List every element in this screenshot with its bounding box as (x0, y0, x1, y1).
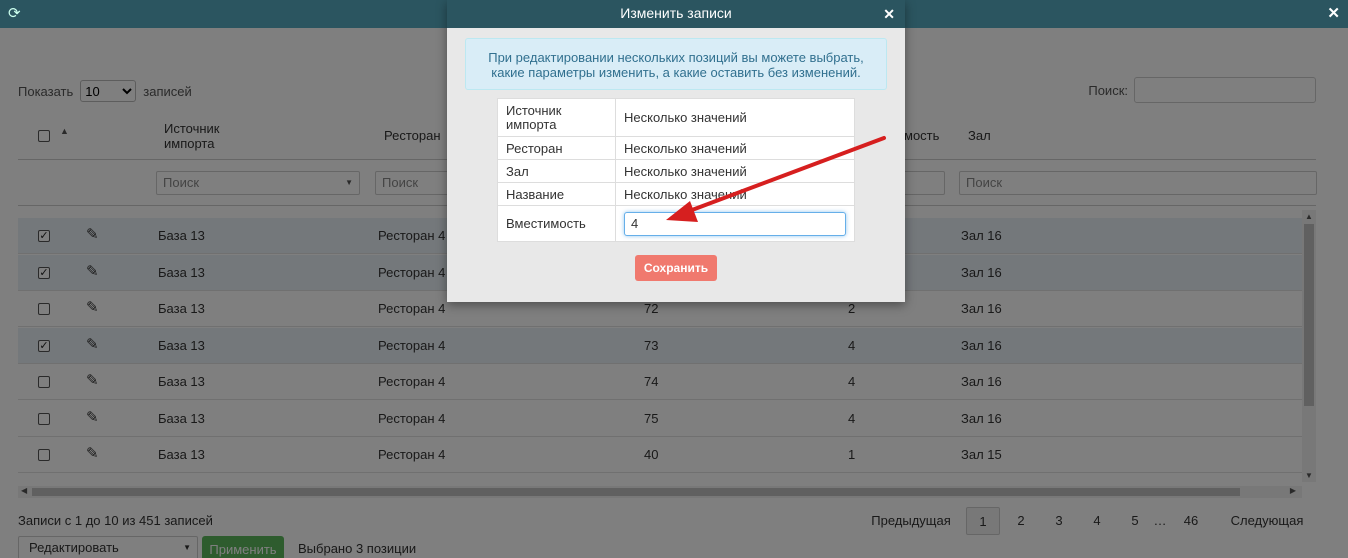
fields-table: Источник импорта Несколько значений Рест… (497, 98, 855, 242)
capacity-input[interactable] (624, 211, 846, 236)
alert-line-1: При редактировании нескольких позиций вы… (488, 50, 864, 65)
modal-body: При редактировании нескольких позиций вы… (447, 28, 905, 302)
field-value-restaurant[interactable]: Несколько значений (615, 136, 855, 160)
field-label-source: Источник импорта (497, 98, 616, 137)
save-button[interactable]: Сохранить (635, 255, 717, 281)
modal-close-icon[interactable]: ✕ (883, 6, 895, 22)
field-value-hall[interactable]: Несколько значений (615, 159, 855, 183)
field-value-name[interactable]: Несколько значений (615, 182, 855, 206)
alert-line-2: какие параметры изменить, а какие остави… (491, 65, 861, 80)
modal-header: Изменить записи ✕ (447, 0, 905, 28)
field-value-capacity-cell (615, 205, 855, 242)
info-alert: При редактировании нескольких позиций вы… (465, 38, 887, 90)
field-label-capacity: Вместимость (497, 205, 616, 242)
field-label-hall: Зал (497, 159, 616, 183)
modal-title: Изменить записи (620, 5, 732, 21)
refresh-icon[interactable]: ⟳ (8, 4, 21, 22)
field-value-source[interactable]: Несколько значений (615, 98, 855, 137)
field-label-restaurant: Ресторан (497, 136, 616, 160)
field-label-name: Название (497, 182, 616, 206)
edit-records-modal: Изменить записи ✕ При редактировании нес… (447, 0, 905, 302)
close-icon[interactable]: ✕ (1327, 4, 1340, 22)
